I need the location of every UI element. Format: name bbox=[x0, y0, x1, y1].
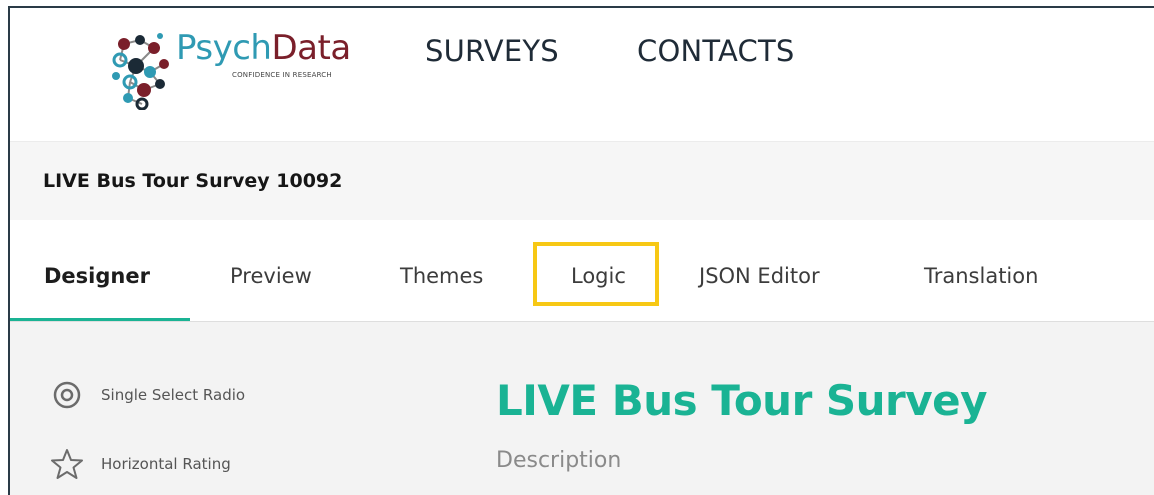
survey-title[interactable]: LIVE Bus Tour Survey bbox=[496, 376, 988, 425]
star-icon bbox=[51, 449, 83, 479]
tab-json-editor[interactable]: JSON Editor bbox=[699, 264, 820, 288]
logic-tab-highlight bbox=[533, 242, 659, 306]
logo-word-psych: Psych bbox=[176, 28, 272, 68]
toolbox-item-label: Horizontal Rating bbox=[101, 455, 231, 473]
toolbox-item-label: Single Select Radio bbox=[101, 386, 246, 404]
tab-preview[interactable]: Preview bbox=[230, 264, 312, 288]
logo-word-data: Data bbox=[271, 28, 351, 68]
nav-contacts-link[interactable]: CONTACTS bbox=[637, 34, 795, 68]
survey-name: LIVE Bus Tour Survey 10092 bbox=[43, 170, 343, 192]
top-navigation: PsychData CONFIDENCE IN RESEARCH SURVEYS… bbox=[10, 8, 1154, 142]
editor-tab-bar: Designer Preview Themes Logic JSON Edito… bbox=[10, 220, 1154, 322]
survey-description[interactable]: Description bbox=[496, 448, 621, 473]
radio-icon bbox=[53, 381, 81, 409]
psychdata-logo[interactable]: PsychData CONFIDENCE IN RESEARCH bbox=[110, 24, 380, 110]
logo-wordmark: PsychData bbox=[176, 28, 351, 68]
logo-molecule-icon bbox=[112, 33, 169, 110]
tab-translation[interactable]: Translation bbox=[924, 264, 1038, 288]
logo-tagline: CONFIDENCE IN RESEARCH bbox=[232, 71, 332, 79]
designer-workspace: Single Select Radio Horizontal Rating LI… bbox=[10, 322, 1154, 495]
nav-surveys-link[interactable]: SURVEYS bbox=[425, 34, 559, 68]
app-window: PsychData CONFIDENCE IN RESEARCH SURVEYS… bbox=[8, 6, 1154, 495]
active-tab-indicator bbox=[10, 318, 190, 321]
tab-designer[interactable]: Designer bbox=[44, 264, 150, 288]
tab-themes[interactable]: Themes bbox=[400, 264, 483, 288]
survey-title-bar: LIVE Bus Tour Survey 10092 bbox=[10, 142, 1154, 220]
